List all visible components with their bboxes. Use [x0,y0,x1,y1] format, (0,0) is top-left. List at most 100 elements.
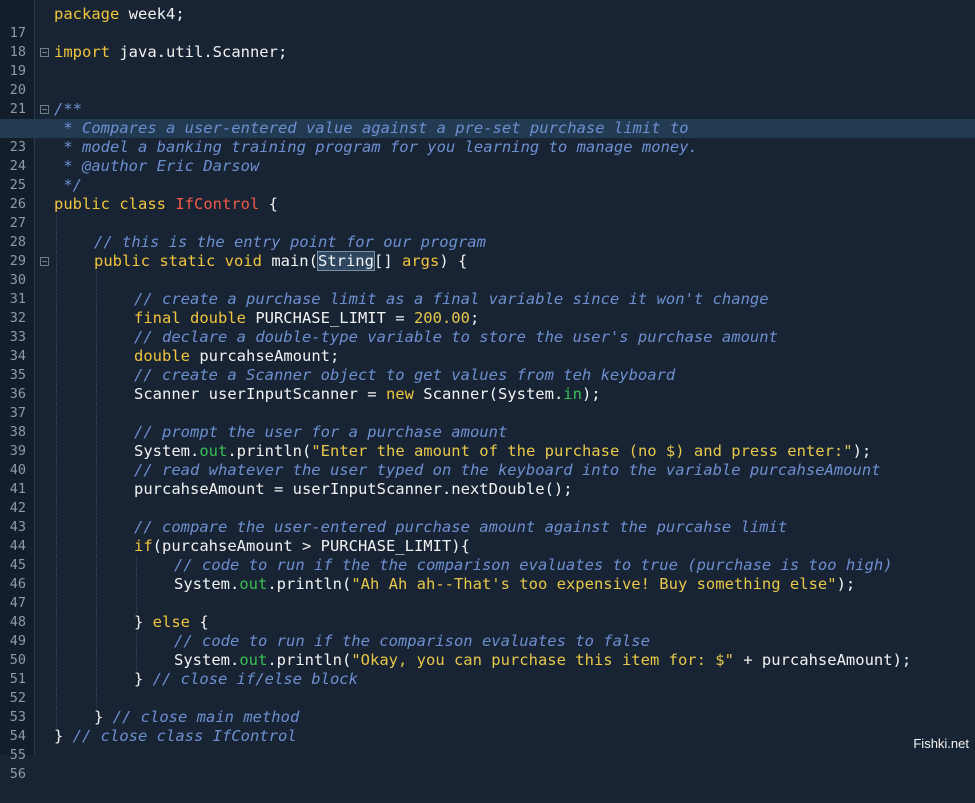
code-line[interactable]: 19 import java.util.Scanner; [0,43,975,79]
indent-guide [56,252,57,271]
comment: // code to run if the the comparison eva… [174,556,893,574]
indent-guide [56,613,57,632]
code-text: { [259,195,278,213]
code-line[interactable]: 17 package week4; [0,5,975,41]
code-line[interactable]: 32 // create a purchase limit as a final… [0,290,975,326]
code-text: [] [373,252,402,270]
code-line[interactable]: 45 if(purcahseAmount > PURCHASE_LIMIT){ [0,537,975,573]
comment: */ [54,176,82,194]
code-line[interactable]: 37 Scanner userInputScanner = new Scanne… [0,385,975,421]
code-line[interactable]: 29 // this is the entry point for our pr… [0,233,975,269]
indent-guide [96,328,97,347]
code-text: week4; [119,5,185,23]
fold-collapse-icon[interactable] [40,257,49,266]
indent-guide [96,480,97,499]
code-line[interactable]: 42 purcahseAmount = userInputScanner.nex… [0,480,975,516]
code-line[interactable]: 36 // create a Scanner object to get val… [0,366,975,402]
code-line[interactable]: 49 } else { [0,613,975,649]
code-line[interactable]: 22 /** [0,100,975,136]
indent-guide [56,442,57,461]
comment: * @author Eric Darsow [54,157,260,175]
comment: // prompt the user for a purchase amount [134,423,508,441]
code-text: (purcahseAmount > PURCHASE_LIMIT){ [152,537,470,555]
code-line[interactable]: 38 [0,404,975,440]
code-text: ); [836,575,856,593]
indent-guide [56,518,57,537]
static-field: out [199,442,228,460]
code-line[interactable]: 54 } // close main method [0,708,975,744]
indent-guide [96,442,97,461]
code-text: Scanner(System. [413,385,564,403]
code-text: } [134,670,153,688]
code-line[interactable]: 46 // code to run if the the comparison … [0,556,975,592]
indent-guide [56,423,57,442]
indent-guide [96,290,97,309]
code-line[interactable]: 41 // read whatever the user typed on th… [0,461,975,497]
code-line[interactable]: 43 [0,499,975,535]
indent-guide [56,480,57,499]
indent-guide [56,404,57,423]
indent-guide [96,670,97,689]
indent-guide [56,556,57,575]
code-line[interactable]: 50 // code to run if the comparison eval… [0,632,975,668]
code-line[interactable]: 47 System.out.println("Ah Ah ah--That's … [0,575,975,611]
code-text: System. [174,575,240,593]
indent-guide [56,214,57,233]
code-line[interactable]: 33 final double PURCHASE_LIMIT = 200.00; [0,309,975,345]
indent-guide [56,328,57,347]
code-text: PURCHASE_LIMIT = [245,309,414,327]
code-line[interactable]: 55 } // close class IfControl [0,727,975,763]
code-text: ); [581,385,601,403]
keyword: double [134,347,190,365]
code-text: java.util.Scanner; [110,43,288,61]
code-line[interactable]: 52 } // close if/else block [0,670,975,706]
code-line[interactable]: 53 [0,689,975,725]
indent-guide [56,290,57,309]
code-line[interactable]: 18 [0,24,975,60]
current-code-line[interactable]: 23 * Compares a user-entered value again… [0,119,975,155]
code-line[interactable]: 44 // compare the user-entered purchase … [0,518,975,554]
string-literal: "Okay, you can purchase this item for: $… [351,651,734,669]
comment: // declare a double-type variable to sto… [134,328,778,346]
code-line[interactable]: 35 double purcahseAmount; [0,347,975,383]
code-line[interactable]: 39 // prompt the user for a purchase amo… [0,423,975,459]
code-line[interactable]: 28 [0,214,975,250]
class-name: IfControl [175,195,260,213]
indent-guide [56,708,57,727]
code-text: } [54,727,73,745]
code-line[interactable]: 21 [0,81,975,117]
keyword: import [54,43,110,61]
indent-guide [56,233,57,252]
keyword: if [134,537,153,555]
code-line[interactable]: 56 [0,746,975,782]
code-line[interactable]: 20 [0,62,975,98]
code-line[interactable]: 31 [0,271,975,307]
code-editor[interactable]: 17 package week4; 18 19 import java.util… [0,0,975,782]
indent-guide [96,651,97,670]
comment: // this is the entry point for our progr… [94,233,486,251]
indent-guide [96,594,97,613]
indent-guide [96,461,97,480]
indent-guide [56,385,57,404]
comment: * model a banking training program for y… [54,138,698,156]
fold-collapse-icon[interactable] [40,105,49,114]
indent-guide [96,423,97,442]
comment: // close if/else block [152,670,358,688]
code-text: .println( [267,575,352,593]
indent-guide [56,309,57,328]
code-line[interactable]: 24 * model a banking training program fo… [0,138,975,174]
code-line[interactable]: 30 public static void main(String[] args… [0,251,975,288]
highlighted-token: String [316,251,375,271]
code-text: System. [174,651,240,669]
indent-guide [136,594,137,613]
code-line[interactable]: 27 public class IfControl { [0,195,975,231]
fold-collapse-icon[interactable] [40,48,49,57]
code-line[interactable]: 34 // declare a double-type variable to … [0,328,975,364]
code-line[interactable]: 51 System.out.println("Okay, you can pur… [0,651,975,687]
code-text: { [190,613,209,631]
comment: // close main method [112,708,300,726]
code-line[interactable]: 26 */ [0,176,975,212]
code-line[interactable]: 25 * @author Eric Darsow [0,157,975,193]
code-line[interactable]: 48 [0,594,975,630]
code-line[interactable]: 40 System.out.println("Enter the amount … [0,442,975,478]
